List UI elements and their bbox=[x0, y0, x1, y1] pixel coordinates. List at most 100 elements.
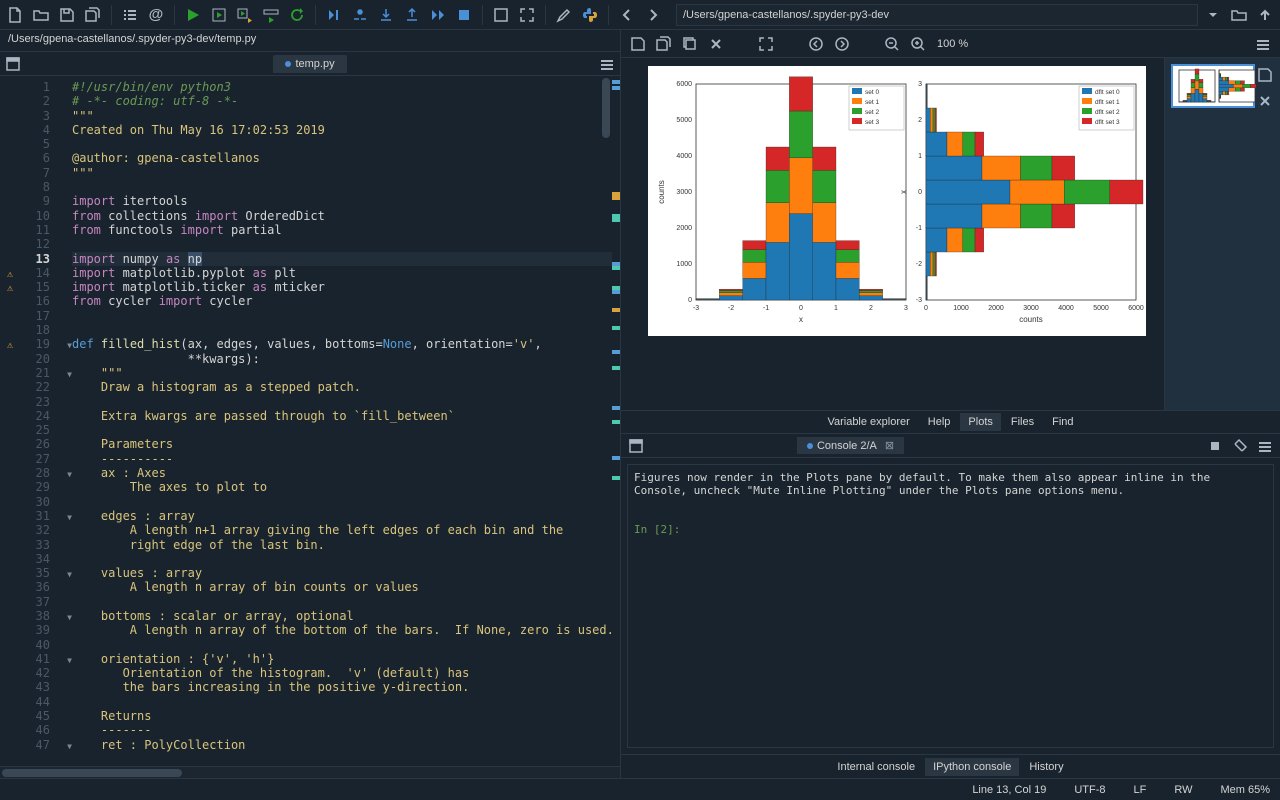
svg-text:0: 0 bbox=[688, 297, 692, 304]
console-clear-icon[interactable] bbox=[1229, 435, 1251, 457]
plot-thumbnails bbox=[1164, 58, 1280, 410]
svg-text:4000: 4000 bbox=[1058, 305, 1074, 312]
svg-text:3: 3 bbox=[918, 81, 922, 88]
svg-text:counts: counts bbox=[1019, 315, 1043, 324]
svg-text:0: 0 bbox=[918, 189, 922, 196]
fit-icon[interactable] bbox=[755, 33, 777, 55]
svg-text:6000: 6000 bbox=[676, 81, 692, 88]
prev-plot-icon[interactable] bbox=[805, 33, 827, 55]
console-tab[interactable]: Console 2/A⊠ bbox=[797, 437, 904, 454]
debug-stepout-icon[interactable] bbox=[401, 4, 423, 26]
thumb-save-icon[interactable] bbox=[1254, 64, 1276, 86]
svg-text:-3: -3 bbox=[692, 305, 698, 312]
save-all-icon[interactable] bbox=[82, 4, 104, 26]
lower-pane-tabs: Internal console IPython console History bbox=[621, 754, 1280, 778]
run-cell-advance-icon[interactable] bbox=[234, 4, 256, 26]
maximize-icon[interactable] bbox=[490, 4, 512, 26]
debug-continue-icon[interactable] bbox=[427, 4, 449, 26]
svg-text:set 1: set 1 bbox=[865, 99, 879, 106]
svg-text:set 3: set 3 bbox=[865, 119, 879, 126]
svg-text:5000: 5000 bbox=[676, 117, 692, 124]
svg-text:2: 2 bbox=[918, 117, 922, 124]
debug-stop-icon[interactable] bbox=[453, 4, 475, 26]
dropdown-icon[interactable] bbox=[1202, 4, 1224, 26]
tab-variable-explorer[interactable]: Variable explorer bbox=[819, 413, 917, 431]
svg-text:dflt set 0: dflt set 0 bbox=[1095, 89, 1120, 96]
svg-text:dflt set 3: dflt set 3 bbox=[1095, 119, 1120, 126]
scrollbar-h[interactable] bbox=[0, 766, 620, 778]
preferences-icon[interactable] bbox=[553, 4, 575, 26]
tab-internal-console[interactable]: Internal console bbox=[829, 758, 923, 776]
svg-text:-3: -3 bbox=[915, 297, 921, 304]
close-plot-icon[interactable] bbox=[705, 33, 727, 55]
svg-text:5000: 5000 bbox=[1093, 305, 1109, 312]
tab-plots[interactable]: Plots bbox=[960, 413, 1000, 431]
console-stop-icon[interactable] bbox=[1204, 435, 1226, 457]
at-icon[interactable]: @ bbox=[145, 4, 167, 26]
upper-pane-tabs: Variable explorer Help Plots Files Find bbox=[621, 410, 1280, 434]
status-encoding: UTF-8 bbox=[1074, 784, 1105, 796]
tab-history[interactable]: History bbox=[1021, 758, 1071, 776]
plot-thumbnail[interactable] bbox=[1171, 64, 1255, 108]
code-editor[interactable]: ⚠⚠⚠ 123456789101112131415161718192021222… bbox=[0, 76, 620, 766]
zoom-in-icon[interactable] bbox=[907, 33, 929, 55]
plots-options-icon[interactable] bbox=[1252, 33, 1274, 55]
svg-text:6000: 6000 bbox=[1128, 305, 1144, 312]
console-browse-icon[interactable] bbox=[625, 435, 647, 457]
zoom-out-icon[interactable] bbox=[881, 33, 903, 55]
editor-tab[interactable]: temp.py bbox=[273, 55, 346, 73]
debug-step-icon[interactable] bbox=[349, 4, 371, 26]
run-selection-icon[interactable] bbox=[260, 4, 282, 26]
tab-find[interactable]: Find bbox=[1044, 413, 1081, 431]
copy-plot-icon[interactable] bbox=[679, 33, 701, 55]
svg-text:0: 0 bbox=[799, 305, 803, 312]
ipython-console[interactable]: Figures now render in the Plots pane by … bbox=[627, 464, 1274, 748]
plot-figure: 0100020003000400050006000-3-2-10123xcoun… bbox=[648, 66, 1146, 336]
svg-text:x: x bbox=[899, 190, 908, 194]
debug-icon[interactable] bbox=[323, 4, 345, 26]
main-toolbar: @ bbox=[0, 0, 1280, 30]
new-file-icon[interactable] bbox=[4, 4, 26, 26]
outline-icon[interactable] bbox=[119, 4, 141, 26]
svg-text:1000: 1000 bbox=[953, 305, 969, 312]
status-eol: LF bbox=[1133, 784, 1146, 796]
tab-ipython-console[interactable]: IPython console bbox=[925, 758, 1019, 776]
editor-options-icon[interactable] bbox=[597, 53, 617, 75]
parent-dir-icon[interactable] bbox=[1254, 4, 1276, 26]
save-icon[interactable] bbox=[56, 4, 78, 26]
svg-text:-2: -2 bbox=[727, 305, 733, 312]
svg-text:dflt set 1: dflt set 1 bbox=[1095, 99, 1120, 106]
svg-text:x: x bbox=[799, 315, 803, 324]
svg-text:-2: -2 bbox=[915, 261, 921, 268]
rerun-icon[interactable] bbox=[286, 4, 308, 26]
svg-text:3: 3 bbox=[904, 305, 908, 312]
next-plot-icon[interactable] bbox=[831, 33, 853, 55]
console-options-icon[interactable] bbox=[1254, 435, 1276, 457]
run-cell-icon[interactable] bbox=[208, 4, 230, 26]
save-plot-icon[interactable] bbox=[627, 33, 649, 55]
back-icon[interactable] bbox=[616, 4, 638, 26]
fullscreen-icon[interactable] bbox=[516, 4, 538, 26]
console-prompt: In [2]: bbox=[634, 523, 680, 536]
run-icon[interactable] bbox=[182, 4, 204, 26]
svg-text:2000: 2000 bbox=[988, 305, 1004, 312]
open-file-icon[interactable] bbox=[30, 4, 52, 26]
tab-help[interactable]: Help bbox=[920, 413, 959, 431]
scrollbar-v[interactable] bbox=[602, 78, 610, 138]
tab-files[interactable]: Files bbox=[1003, 413, 1042, 431]
editor-tab-bar: temp.py bbox=[0, 52, 620, 76]
save-all-plots-icon[interactable] bbox=[653, 33, 675, 55]
pythonpath-icon[interactable] bbox=[579, 4, 601, 26]
svg-text:counts: counts bbox=[657, 180, 666, 204]
svg-text:3000: 3000 bbox=[676, 189, 692, 196]
plots-pane: 0100020003000400050006000-3-2-10123xcoun… bbox=[621, 58, 1280, 410]
working-dir-input[interactable] bbox=[676, 4, 1198, 26]
forward-icon[interactable] bbox=[642, 4, 664, 26]
browse-dir-icon[interactable] bbox=[1228, 4, 1250, 26]
thumb-close-icon[interactable] bbox=[1254, 90, 1276, 112]
overview-ruler[interactable] bbox=[612, 76, 620, 766]
debug-stepin-icon[interactable] bbox=[375, 4, 397, 26]
tab-browse-icon[interactable] bbox=[3, 53, 23, 75]
status-bar: Line 13, Col 19 UTF-8 LF RW Mem 65% bbox=[0, 778, 1280, 800]
console-tab-bar: Console 2/A⊠ bbox=[621, 434, 1280, 458]
